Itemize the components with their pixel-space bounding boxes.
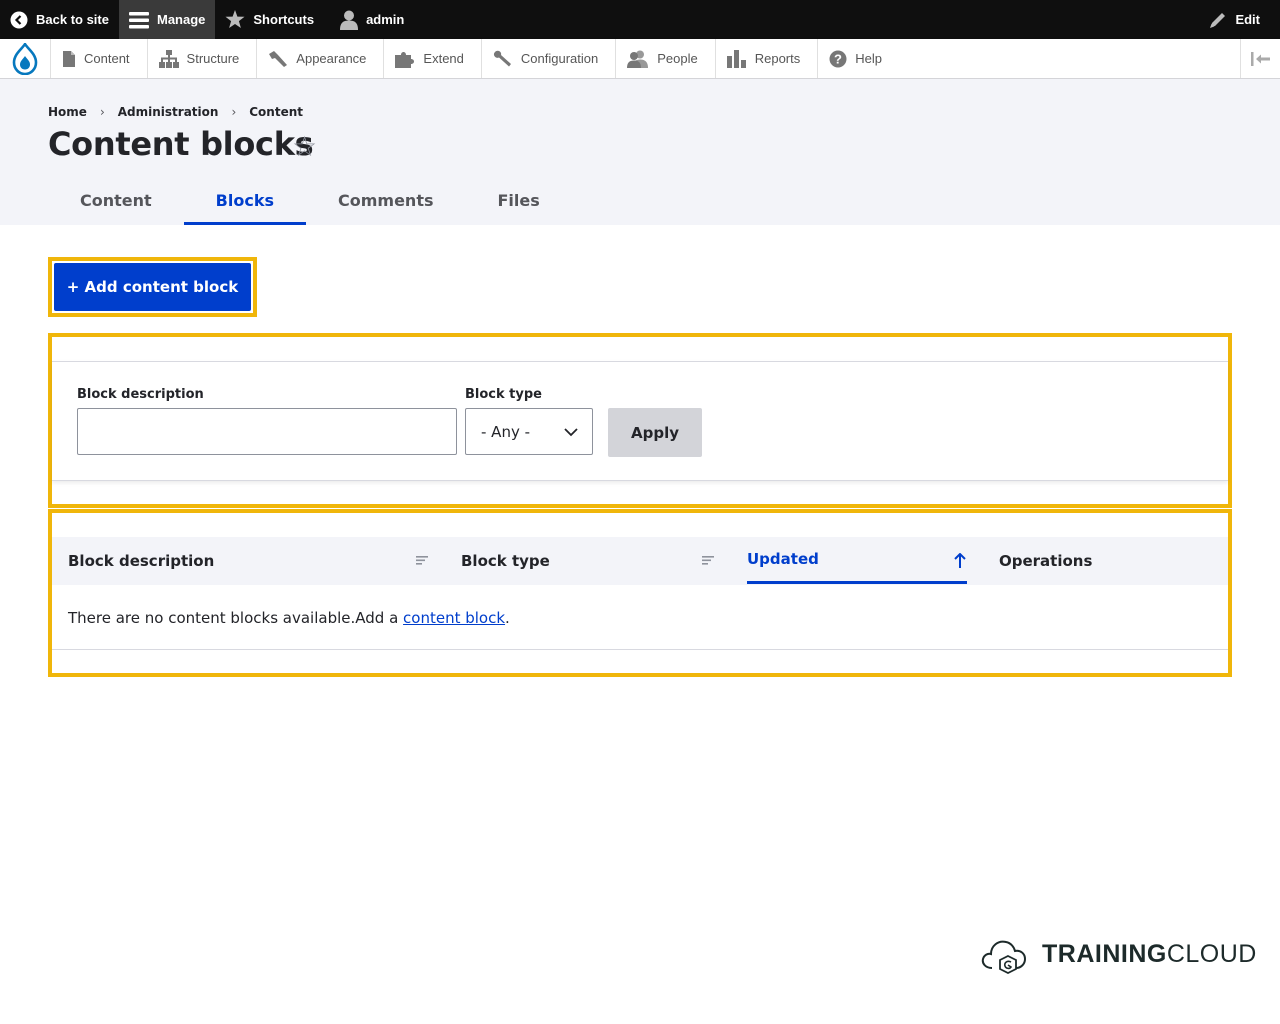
wrench-icon (493, 50, 511, 66)
breadcrumb-content[interactable]: Content (249, 105, 303, 119)
tab-blocks[interactable]: Blocks (183, 179, 307, 225)
edit-label: Edit (1235, 12, 1260, 27)
table-highlight: Block description Block type Updated Ope… (48, 509, 1232, 677)
add-button-highlight: + Add content block (48, 257, 257, 317)
shortcuts-tab[interactable]: Shortcuts (215, 0, 324, 39)
tray-item-appearance[interactable]: Appearance (256, 39, 383, 78)
star-icon (225, 10, 245, 28)
page-header: Home › Administration › Content Content … (0, 79, 1280, 225)
admin-tray: Content Structure Appearance Extend Conf… (0, 39, 1280, 79)
breadcrumb: Home › Administration › Content (48, 105, 303, 119)
tray-item-help[interactable]: ? Help (817, 39, 899, 78)
shortcut-star-icon[interactable]: ☆ (292, 130, 317, 163)
tray-item-label: Structure (186, 51, 240, 66)
breadcrumb-separator: › (231, 105, 237, 119)
breadcrumb-separator: › (99, 105, 105, 119)
block-description-label: Block description (77, 387, 204, 402)
empty-end: . (505, 609, 510, 627)
drupal-drop-icon (12, 42, 38, 75)
tray-item-content[interactable]: Content (50, 39, 147, 78)
manage-label: Manage (156, 12, 206, 27)
tray-spacer (899, 39, 1240, 78)
add-content-block-button[interactable]: + Add content block (54, 263, 251, 311)
manage-tab[interactable]: Manage (118, 0, 216, 39)
hamburger-icon (128, 11, 149, 28)
breadcrumb-administration[interactable]: Administration (118, 105, 219, 119)
user-tab[interactable]: admin (330, 0, 414, 39)
puzzle-icon (395, 51, 415, 68)
apply-button[interactable]: Apply (608, 408, 702, 457)
chevron-left-circle-icon (10, 11, 28, 28)
brand-text: TRAININGCLOUD (1042, 940, 1257, 969)
content-block-link[interactable]: content block (403, 609, 505, 627)
tray-item-label: People (657, 51, 698, 66)
cloud-icon (981, 940, 1027, 974)
table-divider (52, 649, 1228, 650)
shortcuts-label: Shortcuts (253, 12, 315, 27)
tray-item-label: Extend (423, 51, 464, 66)
people-icon (627, 50, 649, 68)
drupal-logo[interactable] (0, 39, 50, 78)
column-updated[interactable]: Updated (747, 537, 967, 584)
block-type-value: - Any - (481, 422, 531, 441)
tab-content[interactable]: Content (48, 179, 184, 225)
file-icon (63, 50, 75, 67)
primary-tabs: Content Blocks Comments Files (48, 179, 572, 225)
empty-text: There are no content blocks available.Ad… (68, 609, 404, 627)
tray-item-extend[interactable]: Extend (383, 39, 480, 78)
page-title: Content blocks (48, 125, 314, 163)
column-label: Operations (999, 552, 1093, 570)
column-block-description[interactable]: Block description (68, 537, 428, 585)
tray-item-structure[interactable]: Structure (146, 39, 257, 78)
user-icon (340, 10, 359, 30)
column-label: Updated (747, 550, 819, 568)
tab-comments[interactable]: Comments (306, 179, 466, 225)
tray-item-label: Content (84, 51, 130, 66)
sitemap-icon (158, 49, 179, 68)
tray-item-label: Help (855, 51, 882, 66)
table-header: Block description Block type Updated Ope… (52, 537, 1228, 585)
paintbrush-icon (269, 50, 288, 67)
column-label: Block type (461, 552, 550, 570)
brand-text-bold: TRAINING (1042, 939, 1167, 968)
sort-icon (416, 556, 428, 565)
back-to-site-label: Back to site (36, 12, 109, 27)
block-type-select[interactable]: - Any - (465, 408, 593, 455)
tray-item-label: Reports (754, 51, 801, 66)
user-label: admin (366, 12, 405, 27)
block-type-label: Block type (465, 387, 542, 402)
exposed-filters: Block description Block type - Any - App… (52, 361, 1228, 481)
brand-text-light: CLOUD (1166, 939, 1257, 968)
back-to-site-link[interactable]: Back to site (0, 0, 119, 39)
tray-item-reports[interactable]: Reports (714, 39, 818, 78)
arrow-up-icon (954, 553, 966, 568)
admin-toolbar: Back to site Manage Shortcuts admin Edit (0, 0, 1280, 39)
tab-files[interactable]: Files (466, 179, 572, 225)
tray-item-label: Appearance (296, 51, 367, 66)
trainingcloud-logo: TRAININGCLOUD (980, 934, 1257, 974)
collapse-left-icon (1250, 51, 1270, 66)
column-block-type[interactable]: Block type (461, 537, 721, 585)
bar-chart-icon (726, 49, 746, 68)
column-label: Block description (68, 552, 215, 570)
filter-highlight: Block description Block type - Any - App… (48, 333, 1232, 508)
breadcrumb-home[interactable]: Home (48, 105, 87, 119)
chevron-down-icon (564, 428, 578, 437)
edit-button[interactable]: Edit (1199, 0, 1280, 39)
collapse-tray-button[interactable] (1240, 39, 1280, 78)
svg-text:?: ? (834, 51, 842, 66)
sort-icon (702, 556, 714, 565)
column-operations: Operations (999, 537, 1199, 585)
tray-item-label: Configuration (520, 51, 599, 66)
tray-item-configuration[interactable]: Configuration (480, 39, 615, 78)
tray-item-people[interactable]: People (615, 39, 714, 78)
pencil-icon (1210, 12, 1226, 28)
empty-message: There are no content blocks available.Ad… (68, 609, 510, 627)
help-icon: ? (829, 50, 847, 67)
block-description-input[interactable] (77, 408, 457, 455)
